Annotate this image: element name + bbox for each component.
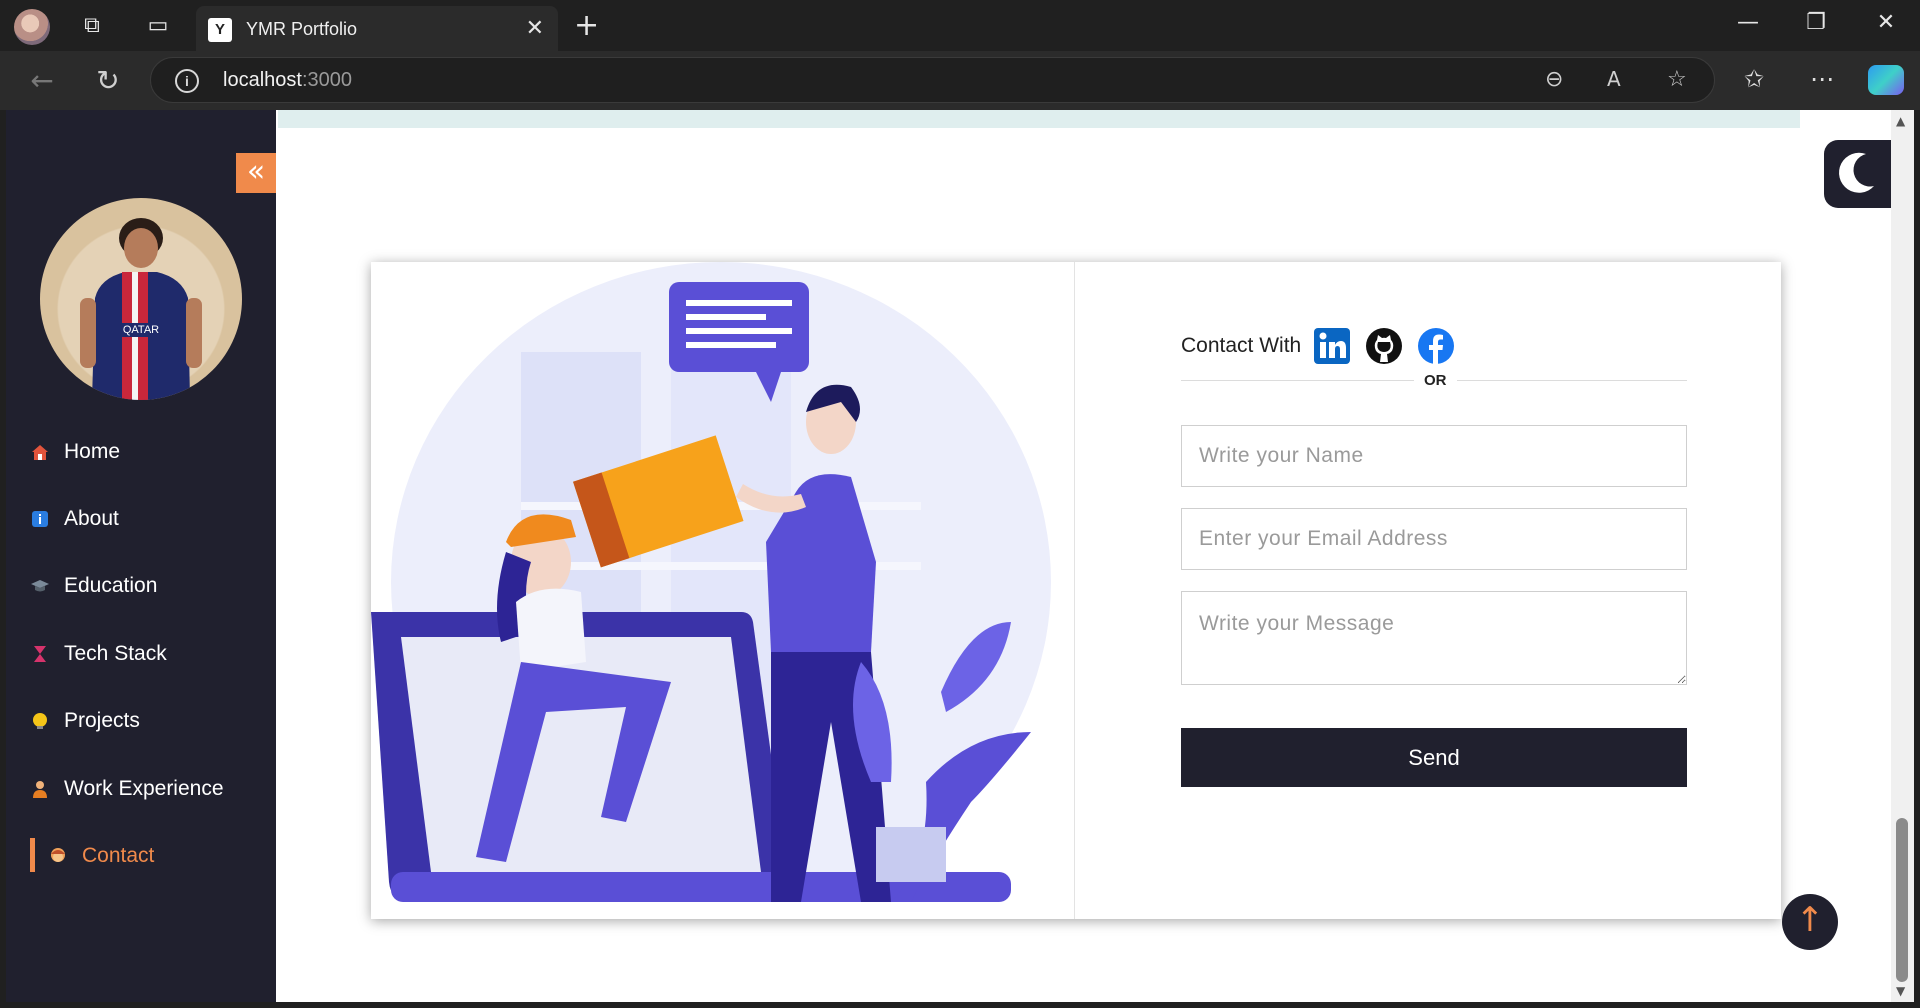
facebook-icon[interactable] <box>1417 327 1455 365</box>
message-textarea[interactable] <box>1181 591 1687 685</box>
theme-toggle-button[interactable] <box>1824 140 1891 208</box>
url-text[interactable]: localhost:3000 <box>223 69 352 92</box>
scroll-down-arrow-icon[interactable]: ▼ <box>1896 984 1905 998</box>
linkedin-icon[interactable] <box>1313 327 1351 365</box>
sidebar-item-tech-stack[interactable]: Tech Stack <box>6 620 276 687</box>
sidebar-item-label: Tech Stack <box>64 641 167 665</box>
contact-with-label: Contact With <box>1181 334 1302 357</box>
sidebar-item-work-experience[interactable]: Work Experience <box>6 755 276 822</box>
favorite-star-icon[interactable]: ☆ <box>1667 67 1687 92</box>
read-aloud-icon[interactable]: A <box>1607 67 1621 91</box>
profile-avatar[interactable] <box>14 9 50 45</box>
worker-icon <box>30 779 50 799</box>
sidebar-nav: Home About Education Tech Stack Projects… <box>6 418 276 890</box>
browser-tab[interactable]: Y YMR Portfolio ✕ <box>196 6 558 51</box>
sidebar-item-label: Projects <box>64 709 140 733</box>
sidebar-item-education[interactable]: Education <box>6 553 276 620</box>
back-icon[interactable]: ← <box>24 64 60 97</box>
tab-favicon: Y <box>208 18 232 42</box>
scrollbar-thumb[interactable] <box>1896 818 1908 982</box>
sidebar-item-label: Home <box>64 439 121 463</box>
collections-icon[interactable]: ⧉ <box>78 12 106 40</box>
hourglass-icon <box>30 644 50 664</box>
zoom-out-icon[interactable]: ⊖ <box>1545 67 1563 92</box>
restore-icon[interactable]: ❐ <box>1796 10 1836 35</box>
sidebar-item-projects[interactable]: Projects <box>6 688 276 755</box>
name-input[interactable] <box>1181 425 1687 487</box>
page-viewport: « QATAR Home About Education Tech Stack … <box>6 110 1891 1002</box>
svg-text:QATAR: QATAR <box>123 324 159 336</box>
scroll-up-arrow-icon[interactable]: ▲ <box>1896 114 1905 128</box>
email-input[interactable] <box>1181 508 1687 570</box>
contact-with-row: Contact With <box>1181 327 1469 365</box>
close-window-icon[interactable]: ✕ <box>1866 10 1906 35</box>
sidebar: « QATAR Home About Education Tech Stack … <box>6 110 276 1002</box>
person-icon <box>48 846 68 866</box>
minimize-icon[interactable]: — <box>1728 10 1768 35</box>
contact-illustration <box>371 262 1074 919</box>
browser-toolbar: ← ↻ i localhost:3000 ⊖ A ☆ ✩ ⋯ <box>0 51 1920 110</box>
sidebar-item-label: Education <box>64 574 158 598</box>
tab-actions-icon[interactable]: ▭ <box>144 12 172 40</box>
send-button[interactable]: Send <box>1181 728 1687 787</box>
graduation-cap-icon <box>30 576 50 596</box>
info-icon <box>30 509 50 529</box>
sidebar-item-label: About <box>64 507 119 531</box>
sidebar-item-contact[interactable]: Contact <box>6 822 276 889</box>
moon-icon <box>1839 152 1874 193</box>
refresh-icon[interactable]: ↻ <box>90 64 126 97</box>
more-menu-icon[interactable]: ⋯ <box>1810 65 1834 93</box>
lightbulb-icon <box>30 711 50 731</box>
collapse-sidebar-button[interactable]: « <box>236 153 276 193</box>
or-label: OR <box>1414 372 1457 389</box>
house-icon <box>30 442 50 462</box>
address-bar[interactable]: i localhost:3000 ⊖ A ☆ <box>150 57 1715 103</box>
scroll-to-top-button[interactable]: ↑ <box>1782 894 1838 950</box>
sidebar-item-about[interactable]: About <box>6 485 276 552</box>
site-info-icon[interactable]: i <box>175 69 199 93</box>
github-icon[interactable] <box>1365 327 1403 365</box>
new-tab-icon[interactable]: + <box>574 8 599 43</box>
card-divider <box>1074 262 1075 919</box>
page-scrollbar[interactable]: ▲ ▼ <box>1891 110 1914 1002</box>
sidebar-item-label: Work Experience <box>64 776 224 800</box>
tab-title: YMR Portfolio <box>246 19 358 39</box>
section-top-strip <box>278 110 1800 128</box>
tab-close-icon[interactable]: ✕ <box>526 16 544 41</box>
copilot-icon[interactable] <box>1868 65 1904 95</box>
sidebar-item-label: Contact <box>82 844 155 868</box>
profile-photo: QATAR <box>40 198 242 400</box>
browser-tab-bar: ⧉ ▭ Y YMR Portfolio ✕ + — ❐ ✕ <box>0 0 1920 51</box>
favorites-icon[interactable]: ✩ <box>1744 65 1764 93</box>
sidebar-item-home[interactable]: Home <box>6 418 276 485</box>
contact-card: Contact With OR Write your Name Enter yo… <box>371 262 1781 919</box>
